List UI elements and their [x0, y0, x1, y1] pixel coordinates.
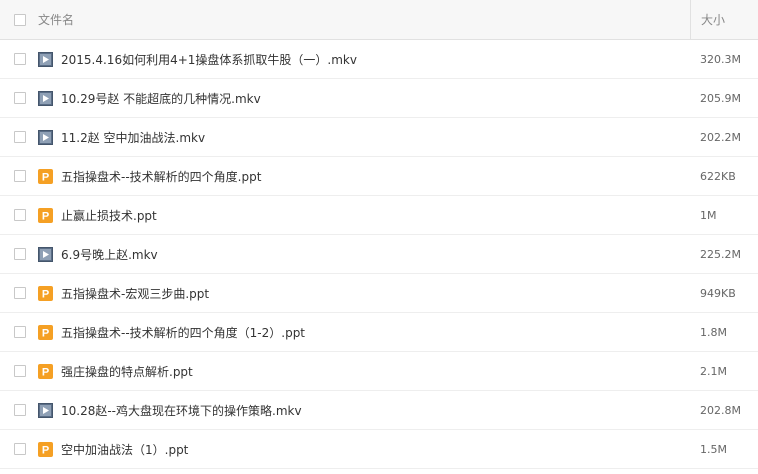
- ppt-file-icon: P: [38, 207, 53, 223]
- video-file-icon: [38, 402, 53, 418]
- file-row[interactable]: P 强庄操盘的特点解析.ppt 2.1M: [0, 352, 758, 391]
- list-header: 文件名 大小: [0, 0, 758, 40]
- file-list: 文件名 大小 2015.4.16如何利用4+1操盘体系抓取牛股（一）.mkv 3…: [0, 0, 758, 474]
- row-checkbox[interactable]: [14, 170, 26, 182]
- file-size: 225.2M: [700, 247, 741, 261]
- svg-text:P: P: [42, 327, 49, 339]
- file-name[interactable]: 止赢止损技术.ppt: [61, 207, 700, 224]
- file-name[interactable]: 空中加油战法（1）.ppt: [61, 441, 700, 458]
- name-column-label: 文件名: [38, 13, 75, 27]
- video-file-icon: [38, 90, 53, 106]
- row-checkbox[interactable]: [14, 92, 26, 104]
- svg-text:P: P: [42, 444, 49, 456]
- svg-text:P: P: [42, 288, 49, 300]
- file-row[interactable]: P 空中加油战法（1）.ppt 1.5M: [0, 430, 758, 469]
- file-name[interactable]: 11.2赵 空中加油战法.mkv: [61, 129, 700, 146]
- ppt-file-icon: P: [38, 441, 53, 457]
- file-row[interactable]: 10.28赵--鸡大盘现在环境下的操作策略.mkv 202.8M: [0, 391, 758, 430]
- file-size: 1.5M: [700, 442, 727, 456]
- file-size: 2.1M: [700, 364, 727, 378]
- file-row[interactable]: 10.29号赵 不能超底的几种情况.mkv 205.9M: [0, 79, 758, 118]
- file-name[interactable]: 五指操盘术--技术解析的四个角度（1-2）.ppt: [61, 324, 700, 341]
- select-all-checkbox[interactable]: [14, 13, 26, 26]
- file-size: 622KB: [700, 169, 736, 183]
- file-name[interactable]: 强庄操盘的特点解析.ppt: [61, 363, 700, 380]
- svg-text:P: P: [42, 366, 49, 378]
- row-checkbox[interactable]: [14, 53, 26, 65]
- file-name[interactable]: 五指操盘术-宏观三步曲.ppt: [61, 285, 700, 302]
- svg-text:P: P: [42, 210, 49, 222]
- file-size: 205.9M: [700, 91, 741, 105]
- ppt-file-icon: P: [38, 324, 53, 340]
- row-checkbox[interactable]: [14, 443, 26, 455]
- row-checkbox[interactable]: [14, 209, 26, 221]
- file-name[interactable]: 6.9号晚上赵.mkv: [61, 246, 700, 263]
- ppt-file-icon: P: [38, 285, 53, 301]
- file-size: 202.8M: [700, 403, 741, 417]
- size-column-header[interactable]: 大小: [690, 0, 758, 39]
- file-row[interactable]: 2015.4.16如何利用4+1操盘体系抓取牛股（一）.mkv 320.3M: [0, 40, 758, 79]
- file-name[interactable]: 10.29号赵 不能超底的几种情况.mkv: [61, 90, 700, 107]
- video-file-icon: [38, 129, 53, 145]
- file-row[interactable]: P 止赢止损技术.ppt 1M: [0, 196, 758, 235]
- ppt-file-icon: P: [38, 168, 53, 184]
- file-rows: 2015.4.16如何利用4+1操盘体系抓取牛股（一）.mkv 320.3M 1…: [0, 40, 758, 469]
- video-file-icon: [38, 246, 53, 262]
- video-file-icon: [38, 51, 53, 67]
- file-name[interactable]: 五指操盘术--技术解析的四个角度.ppt: [61, 168, 700, 185]
- file-row[interactable]: P 五指操盘术-宏观三步曲.ppt 949KB: [0, 274, 758, 313]
- file-name[interactable]: 10.28赵--鸡大盘现在环境下的操作策略.mkv: [61, 402, 700, 419]
- name-column-header[interactable]: 文件名: [0, 0, 690, 39]
- row-checkbox[interactable]: [14, 131, 26, 143]
- size-column-label: 大小: [701, 13, 726, 27]
- file-size: 949KB: [700, 286, 736, 300]
- file-row[interactable]: P 五指操盘术--技术解析的四个角度.ppt 622KB: [0, 157, 758, 196]
- file-row[interactable]: P 五指操盘术--技术解析的四个角度（1-2）.ppt 1.8M: [0, 313, 758, 352]
- svg-text:P: P: [42, 171, 49, 183]
- file-size: 202.2M: [700, 130, 741, 144]
- file-name[interactable]: 2015.4.16如何利用4+1操盘体系抓取牛股（一）.mkv: [61, 51, 700, 68]
- row-checkbox[interactable]: [14, 365, 26, 377]
- file-size: 1M: [700, 208, 717, 222]
- row-checkbox[interactable]: [14, 404, 26, 416]
- row-checkbox[interactable]: [14, 287, 26, 299]
- row-checkbox[interactable]: [14, 326, 26, 338]
- file-row[interactable]: 6.9号晚上赵.mkv 225.2M: [0, 235, 758, 274]
- file-size: 1.8M: [700, 325, 727, 339]
- row-checkbox[interactable]: [14, 248, 26, 260]
- file-row[interactable]: 11.2赵 空中加油战法.mkv 202.2M: [0, 118, 758, 157]
- ppt-file-icon: P: [38, 363, 53, 379]
- file-size: 320.3M: [700, 52, 741, 66]
